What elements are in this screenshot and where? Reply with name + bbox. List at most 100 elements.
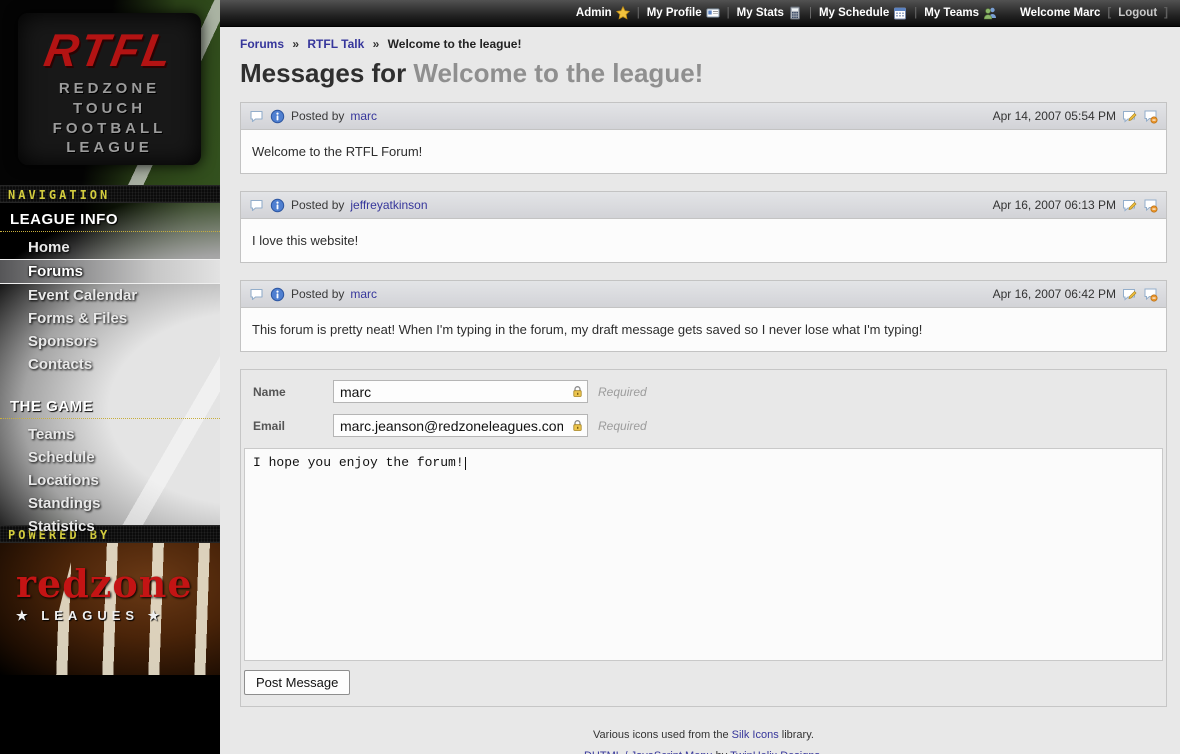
twinhelix-link[interactable]: TwinHelix Designs <box>730 750 820 754</box>
sidebar: RTFL REDZONE TOUCH FOOTBALL LEAGUE NAVIG… <box>0 0 220 754</box>
posted-by-label: Posted by <box>291 287 344 301</box>
logout-bracket: [ <box>1107 7 1111 19</box>
sidebar-item-contacts[interactable]: Contacts <box>0 353 220 376</box>
dhtml-menu-link[interactable]: DHTML / JavaScript Menu <box>584 750 713 754</box>
league-logo-area: RTFL REDZONE TOUCH FOOTBALL LEAGUE <box>0 0 220 185</box>
my-stats-link[interactable]: My Stats <box>737 6 802 20</box>
post-date: Apr 16, 2007 06:42 PM <box>993 287 1116 301</box>
name-input[interactable] <box>333 380 588 403</box>
logo-line: FOOTBALL <box>18 119 201 139</box>
leagues-wordmark: ★ LEAGUES ★ <box>16 608 193 624</box>
sidebar-item-forms-files[interactable]: Forms & Files <box>0 307 220 330</box>
calendar-icon <box>893 6 907 20</box>
lock-icon <box>571 419 584 432</box>
rtfl-logo: RTFL REDZONE TOUCH FOOTBALL LEAGUE <box>18 13 201 165</box>
my-schedule-link[interactable]: My Schedule <box>819 6 907 20</box>
logout-link[interactable]: Logout <box>1118 7 1157 19</box>
post-message-form: Name Required Email Required I hope you … <box>240 369 1167 707</box>
email-input[interactable] <box>333 414 588 437</box>
app-window: RTFL REDZONE TOUCH FOOTBALL LEAGUE NAVIG… <box>0 0 1180 754</box>
topbar: Admin | My Profile | My Stats | My Sched… <box>220 0 1180 27</box>
author-link[interactable]: jeffreyatkinson <box>350 198 427 212</box>
author-link[interactable]: marc <box>350 287 377 301</box>
comment-icon <box>249 198 264 213</box>
section-title-the-game: THE GAME <box>0 390 220 419</box>
footer-text: library. <box>779 729 814 741</box>
section-the-game: THE GAME Teams Schedule Locations Standi… <box>0 390 220 538</box>
welcome-user-label: Welcome Marc <box>1020 7 1100 19</box>
sidebar-item-event-calendar[interactable]: Event Calendar <box>0 284 220 307</box>
sidebar-item-standings[interactable]: Standings <box>0 492 220 515</box>
edit-comment-icon[interactable] <box>1122 109 1137 124</box>
topbar-separator: | <box>727 7 730 19</box>
post-message-button[interactable]: Post Message <box>244 670 350 695</box>
posted-by-label: Posted by <box>291 198 344 212</box>
name-row: Name Required <box>253 380 1163 403</box>
topbar-separator: | <box>809 7 812 19</box>
section-league-info: LEAGUE INFO Home Forums Event Calendar F… <box>0 203 220 376</box>
sidebar-item-schedule[interactable]: Schedule <box>0 446 220 469</box>
star-icon <box>616 6 630 20</box>
footer-text: . <box>820 750 823 754</box>
delete-comment-icon[interactable] <box>1143 287 1158 302</box>
comment-icon <box>249 287 264 302</box>
message-post: Posted by jeffreyatkinson Apr 16, 2007 0… <box>240 191 1167 263</box>
email-input-wrap <box>333 414 588 437</box>
comment-icon <box>249 109 264 124</box>
sidebar-item-sponsors[interactable]: Sponsors <box>0 330 220 353</box>
name-required-label: Required <box>598 385 647 399</box>
page-title: Messages for Welcome to the league! <box>240 58 1167 89</box>
breadcrumb-forums[interactable]: Forums <box>240 37 284 51</box>
vcard-icon <box>706 6 720 20</box>
post-date: Apr 16, 2007 06:13 PM <box>993 198 1116 212</box>
rtfl-logo-subtitle: REDZONE TOUCH FOOTBALL LEAGUE <box>18 79 201 158</box>
delete-comment-icon[interactable] <box>1143 109 1158 124</box>
my-teams-link[interactable]: My Teams <box>924 6 997 20</box>
my-stats-label: My Stats <box>737 7 784 19</box>
info-icon[interactable] <box>270 287 285 302</box>
my-schedule-label: My Schedule <box>819 7 889 19</box>
email-row: Email Required <box>253 414 1163 437</box>
info-icon[interactable] <box>270 198 285 213</box>
main-content: Forums » RTFL Talk » Welcome to the leag… <box>220 27 1180 754</box>
sidebar-item-home[interactable]: Home <box>0 236 220 259</box>
message-post: Posted by marc Apr 16, 2007 06:42 PM Thi… <box>240 280 1167 352</box>
logo-line: TOUCH <box>18 99 201 119</box>
delete-comment-icon[interactable] <box>1143 198 1158 213</box>
sidebar-item-forums[interactable]: Forums <box>0 259 220 284</box>
sidebar-item-statistics[interactable]: Statistics <box>0 515 220 538</box>
footer-text: Various icons used from the <box>593 729 732 741</box>
sidebar-nav: LEAGUE INFO Home Forums Event Calendar F… <box>0 203 220 525</box>
author-link[interactable]: marc <box>350 109 377 123</box>
message-textarea[interactable]: I hope you enjoy the forum! <box>244 448 1163 661</box>
message-header: Posted by marc Apr 14, 2007 05:54 PM <box>241 103 1166 130</box>
page-title-topic: Welcome to the league! <box>413 58 703 88</box>
info-icon[interactable] <box>270 109 285 124</box>
edit-comment-icon[interactable] <box>1122 287 1137 302</box>
admin-link[interactable]: Admin <box>576 6 630 20</box>
name-input-wrap <box>333 380 588 403</box>
topbar-separator: | <box>914 7 917 19</box>
admin-label: Admin <box>576 7 612 19</box>
message-body: Welcome to the RTFL Forum! <box>241 130 1166 173</box>
my-profile-link[interactable]: My Profile <box>647 6 720 20</box>
my-teams-label: My Teams <box>924 7 979 19</box>
sidebar-item-teams[interactable]: Teams <box>0 423 220 446</box>
email-required-label: Required <box>598 419 647 433</box>
logo-line: LEAGUE <box>18 138 201 158</box>
footer-text: by <box>713 750 731 754</box>
page-footer: Various icons used from the Silk Icons l… <box>240 729 1167 754</box>
page-title-prefix: Messages for <box>240 58 413 88</box>
message-body: I love this website! <box>241 219 1166 262</box>
navigation-banner: NAVIGATION <box>0 185 220 203</box>
redzone-leagues-logo[interactable]: redzone ★ LEAGUES ★ <box>16 561 193 624</box>
edit-comment-icon[interactable] <box>1122 198 1137 213</box>
silk-icons-link[interactable]: Silk Icons <box>732 729 779 741</box>
footer-credit-icons: Various icons used from the Silk Icons l… <box>240 729 1167 741</box>
redzone-leagues-logo-area: redzone ★ LEAGUES ★ <box>0 543 220 675</box>
logout-bracket: ] <box>1164 7 1168 19</box>
sidebar-item-locations[interactable]: Locations <box>0 469 220 492</box>
name-label: Name <box>253 385 333 399</box>
breadcrumb-separator: » <box>292 37 299 51</box>
breadcrumb-rtfl-talk[interactable]: RTFL Talk <box>307 37 364 51</box>
